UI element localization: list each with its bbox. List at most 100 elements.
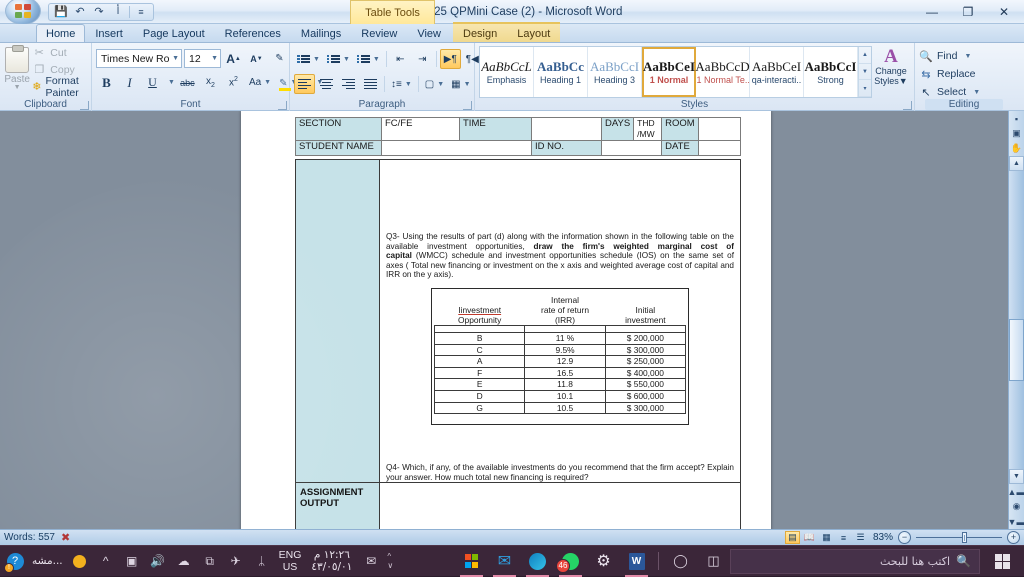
- italic-button[interactable]: I: [119, 73, 140, 93]
- cell-fcfe[interactable]: FC/FE: [382, 118, 460, 141]
- cell-thd-mw[interactable]: THD/MW: [634, 118, 662, 141]
- spell-check-icon[interactable]: ✖: [61, 531, 70, 544]
- scrollbar-thumb[interactable]: [1009, 319, 1024, 381]
- chevron-down-icon[interactable]: ▼: [14, 85, 21, 91]
- microsoft-store-icon[interactable]: [455, 546, 488, 577]
- settings-gear-icon[interactable]: ⚙: [587, 546, 620, 577]
- tab-layout[interactable]: Layout: [507, 24, 560, 42]
- decrease-indent-button[interactable]: ⇤: [390, 49, 411, 69]
- cell-time-value[interactable]: [532, 118, 602, 141]
- cell-section[interactable]: SECTION: [296, 118, 382, 141]
- styles-gallery-scroll[interactable]: ▲ ▼ ▾: [858, 47, 871, 97]
- close-button[interactable]: ✕: [986, 1, 1022, 23]
- font-dialog-launcher[interactable]: [278, 101, 287, 110]
- tab-review[interactable]: Review: [351, 24, 407, 42]
- replace-button[interactable]: ⇆ Replace: [919, 66, 980, 82]
- align-right-button[interactable]: [338, 74, 359, 94]
- outline-view-button[interactable]: ≡: [836, 531, 851, 544]
- cell-student-name[interactable]: STUDENT NAME: [296, 141, 382, 156]
- underline-options-chevron[interactable]: ▼: [165, 79, 175, 86]
- whatsapp-icon[interactable]: 46: [554, 546, 587, 577]
- previous-page-button[interactable]: ▲▬: [1009, 484, 1024, 499]
- show-hidden-icons-chevron[interactable]: ^: [93, 546, 119, 577]
- mail-icon[interactable]: ✉: [488, 546, 521, 577]
- zoom-out-button[interactable]: −: [898, 531, 911, 544]
- numbering-button[interactable]: ▼: [324, 49, 353, 69]
- bullets-button[interactable]: ▼: [294, 49, 323, 69]
- office-button[interactable]: [2, 0, 44, 27]
- scroll-down-arrow-icon[interactable]: ▼: [1009, 469, 1024, 484]
- document-page[interactable]: SECTION FC/FE TIME DAYS THD/MW ROOM STUD…: [241, 111, 771, 529]
- undo-icon[interactable]: ↶: [72, 4, 88, 19]
- superscript-button[interactable]: x2: [223, 73, 244, 93]
- zoom-slider-handle[interactable]: [962, 532, 967, 543]
- redo-icon[interactable]: ↷: [91, 4, 107, 19]
- vertical-scrollbar[interactable]: ▪ ▣ ✋ ▲ ▼ ▲▬ ◉ ▼▬: [1008, 111, 1024, 529]
- save-icon[interactable]: 💾: [53, 4, 69, 19]
- select-button[interactable]: ↖ Select ▼: [919, 84, 980, 100]
- cut-button[interactable]: ✂ Cut: [32, 45, 87, 60]
- borders-button[interactable]: ▦▼: [448, 74, 473, 94]
- language-indicator[interactable]: ENG US: [275, 549, 306, 573]
- paragraph-dialog-launcher[interactable]: [463, 101, 472, 110]
- next-page-button[interactable]: ▼▬: [1009, 514, 1024, 529]
- microsoft-edge-icon[interactable]: [521, 546, 554, 577]
- cell-room[interactable]: ROOM: [662, 118, 699, 141]
- cell-date-value[interactable]: [698, 141, 740, 156]
- grow-font-button[interactable]: A▲: [223, 49, 244, 69]
- clear-formatting-button[interactable]: ✎: [269, 49, 290, 69]
- cell-room-value[interactable]: [698, 118, 740, 141]
- select-browse-object-icon[interactable]: ▣: [1009, 126, 1024, 141]
- multilevel-list-button[interactable]: ▼: [354, 49, 383, 69]
- format-painter-button[interactable]: ❄ Format Painter: [32, 79, 87, 94]
- clipboard-dialog-launcher[interactable]: [80, 101, 89, 110]
- chevron-down-icon[interactable]: ▼: [970, 89, 980, 96]
- full-screen-reading-view-button[interactable]: 📖: [802, 531, 817, 544]
- font-size-combo[interactable]: 12 ▼: [184, 49, 221, 68]
- style-qa-interacti[interactable]: AaBbCeI qa-interacti..: [750, 47, 804, 97]
- underline-button[interactable]: U: [142, 73, 163, 93]
- font-name-combo[interactable]: Times New Roman ▼: [96, 49, 182, 68]
- previous-page-icon[interactable]: ▪: [1009, 111, 1024, 126]
- cell-assignment-output-label[interactable]: ASSIGNMENT OUTPUT: [296, 483, 380, 529]
- increase-indent-button[interactable]: ⇥: [412, 49, 433, 69]
- cell-questions-content[interactable]: Q3- Using the results of part (d) along …: [380, 160, 741, 483]
- more-styles-icon[interactable]: ▾: [859, 80, 871, 97]
- airplane-icon[interactable]: ✈: [223, 546, 249, 577]
- strikethrough-button[interactable]: abc: [177, 73, 198, 93]
- tab-view[interactable]: View: [407, 24, 451, 42]
- tab-references[interactable]: References: [215, 24, 291, 42]
- style-heading-3[interactable]: AaBbCcI Heading 3: [588, 47, 642, 97]
- shrink-font-button[interactable]: A▼: [246, 49, 267, 69]
- style-strong[interactable]: AaBbCcI Strong: [804, 47, 858, 97]
- browse-object-button[interactable]: ◉: [1009, 499, 1024, 514]
- cell-days[interactable]: DAYS: [602, 118, 634, 141]
- style-emphasis[interactable]: AaBbCcL Emphasis: [480, 47, 534, 97]
- tab-insert[interactable]: Insert: [85, 24, 133, 42]
- style-heading-1[interactable]: AaBbCс Heading 1: [534, 47, 588, 97]
- cell-id-no[interactable]: ID NO.: [532, 141, 602, 156]
- ltr-text-direction-button[interactable]: ▶¶: [440, 49, 461, 69]
- zoom-slider[interactable]: [916, 532, 1002, 544]
- camera-icon[interactable]: ▣: [119, 546, 145, 577]
- cell-date[interactable]: DATE: [662, 141, 699, 156]
- scroll-chevrons[interactable]: ^∨: [384, 552, 396, 570]
- task-view-button[interactable]: ◫: [697, 546, 730, 577]
- justify-button[interactable]: [360, 74, 381, 94]
- action-center-icon[interactable]: ✉: [358, 546, 384, 577]
- line-spacing-button[interactable]: ↕≡▼: [388, 74, 415, 94]
- onedrive-cloud-icon[interactable]: ☁: [171, 546, 197, 577]
- tab-page-layout[interactable]: Page Layout: [133, 24, 215, 42]
- customize-quick-access-icon[interactable]: ≡: [133, 4, 149, 19]
- paste-button[interactable]: Paste ▼: [4, 45, 30, 91]
- scroll-up-arrow-icon[interactable]: ▲: [1009, 156, 1024, 171]
- hand-scroll-icon[interactable]: ✋: [1009, 141, 1024, 156]
- cell-student-name-value[interactable]: [382, 141, 532, 156]
- investment-opportunities-table[interactable]: Iinvestment Opportunity Internal rate of…: [431, 288, 689, 425]
- zoom-percent-label[interactable]: 83%: [873, 532, 893, 543]
- bold-button[interactable]: B: [96, 73, 117, 93]
- scrollbar-track[interactable]: [1009, 171, 1024, 469]
- start-button[interactable]: [980, 546, 1024, 577]
- cortana-button[interactable]: ◯: [664, 546, 697, 577]
- microsoft-word-icon[interactable]: W: [620, 546, 653, 577]
